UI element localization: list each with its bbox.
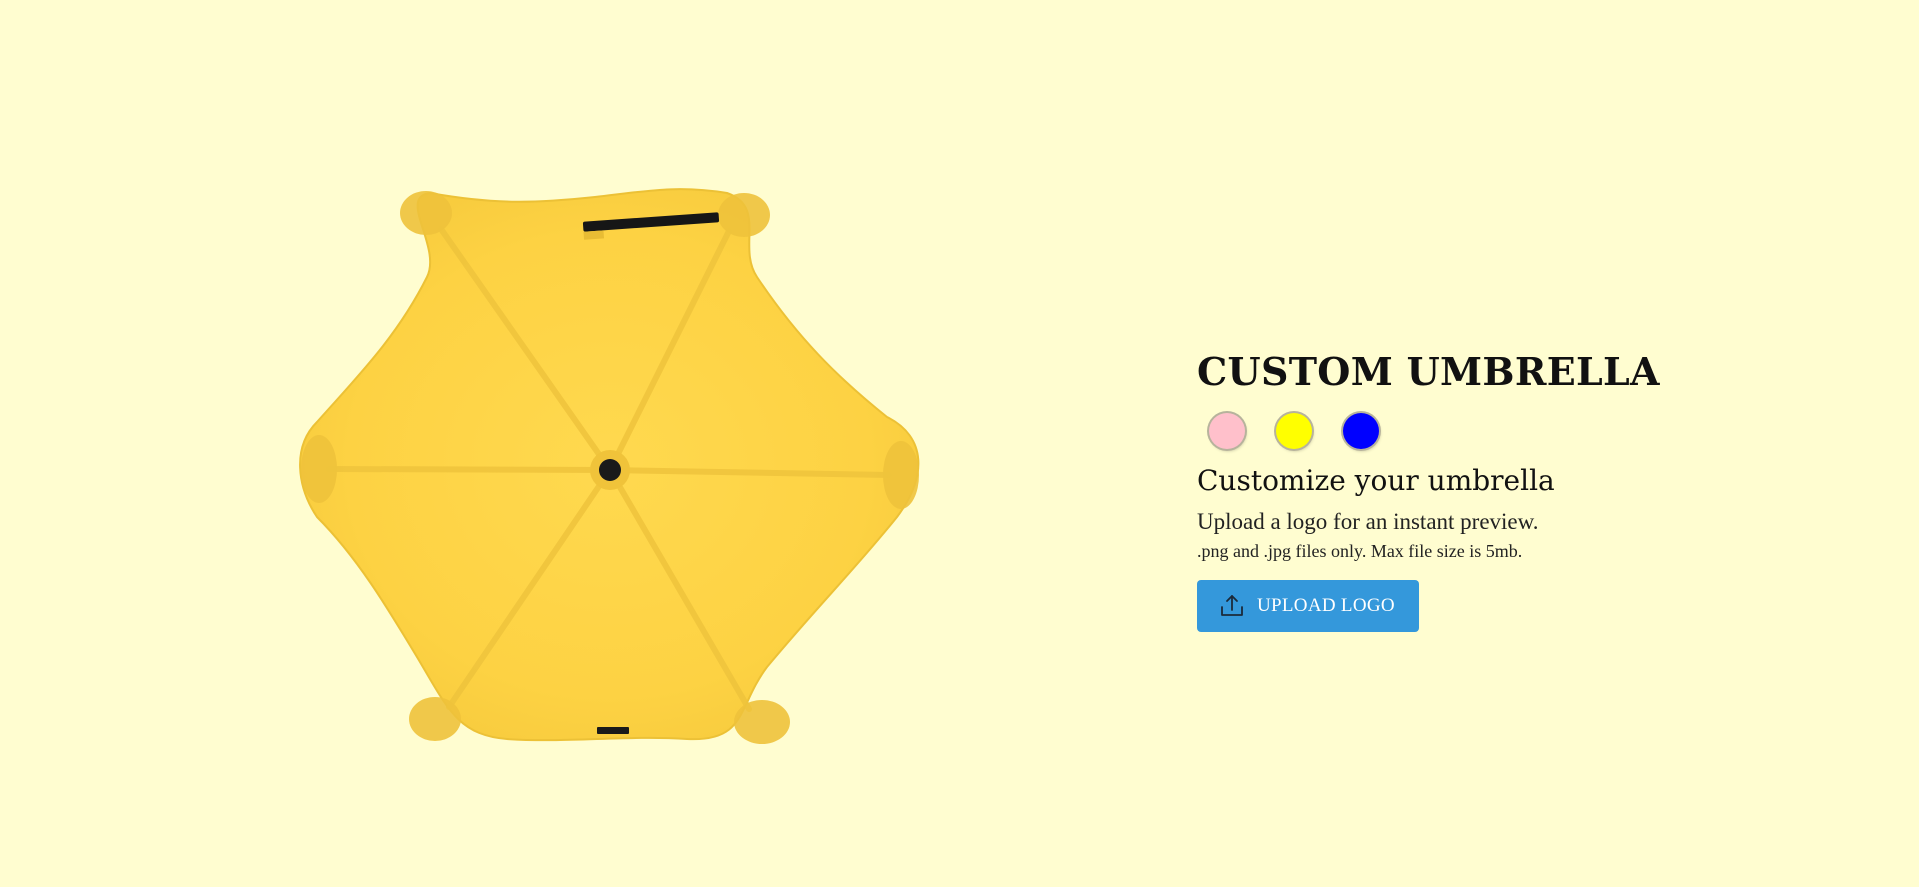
- umbrella-preview-image: [297, 187, 923, 745]
- upload-description: Upload a logo for an instant preview.: [1197, 509, 1539, 534]
- file-requirements-note: .png and .jpg files only. Max file size …: [1197, 541, 1523, 561]
- upload-icon: [1219, 593, 1245, 619]
- page-title: CUSTOM UMBRELLA: [1197, 349, 1660, 394]
- swatch-blue[interactable]: [1343, 413, 1379, 449]
- customize-heading: Customize your umbrella: [1197, 464, 1555, 497]
- customize-panel: CUSTOM UMBRELLA Customize your umbrella …: [1197, 346, 1797, 632]
- color-swatches: [1209, 411, 1797, 451]
- swatch-pink[interactable]: [1209, 413, 1245, 449]
- swatch-yellow[interactable]: [1276, 413, 1312, 449]
- upload-logo-button[interactable]: UPLOAD LOGO: [1197, 580, 1419, 632]
- upload-logo-label: UPLOAD LOGO: [1257, 595, 1395, 616]
